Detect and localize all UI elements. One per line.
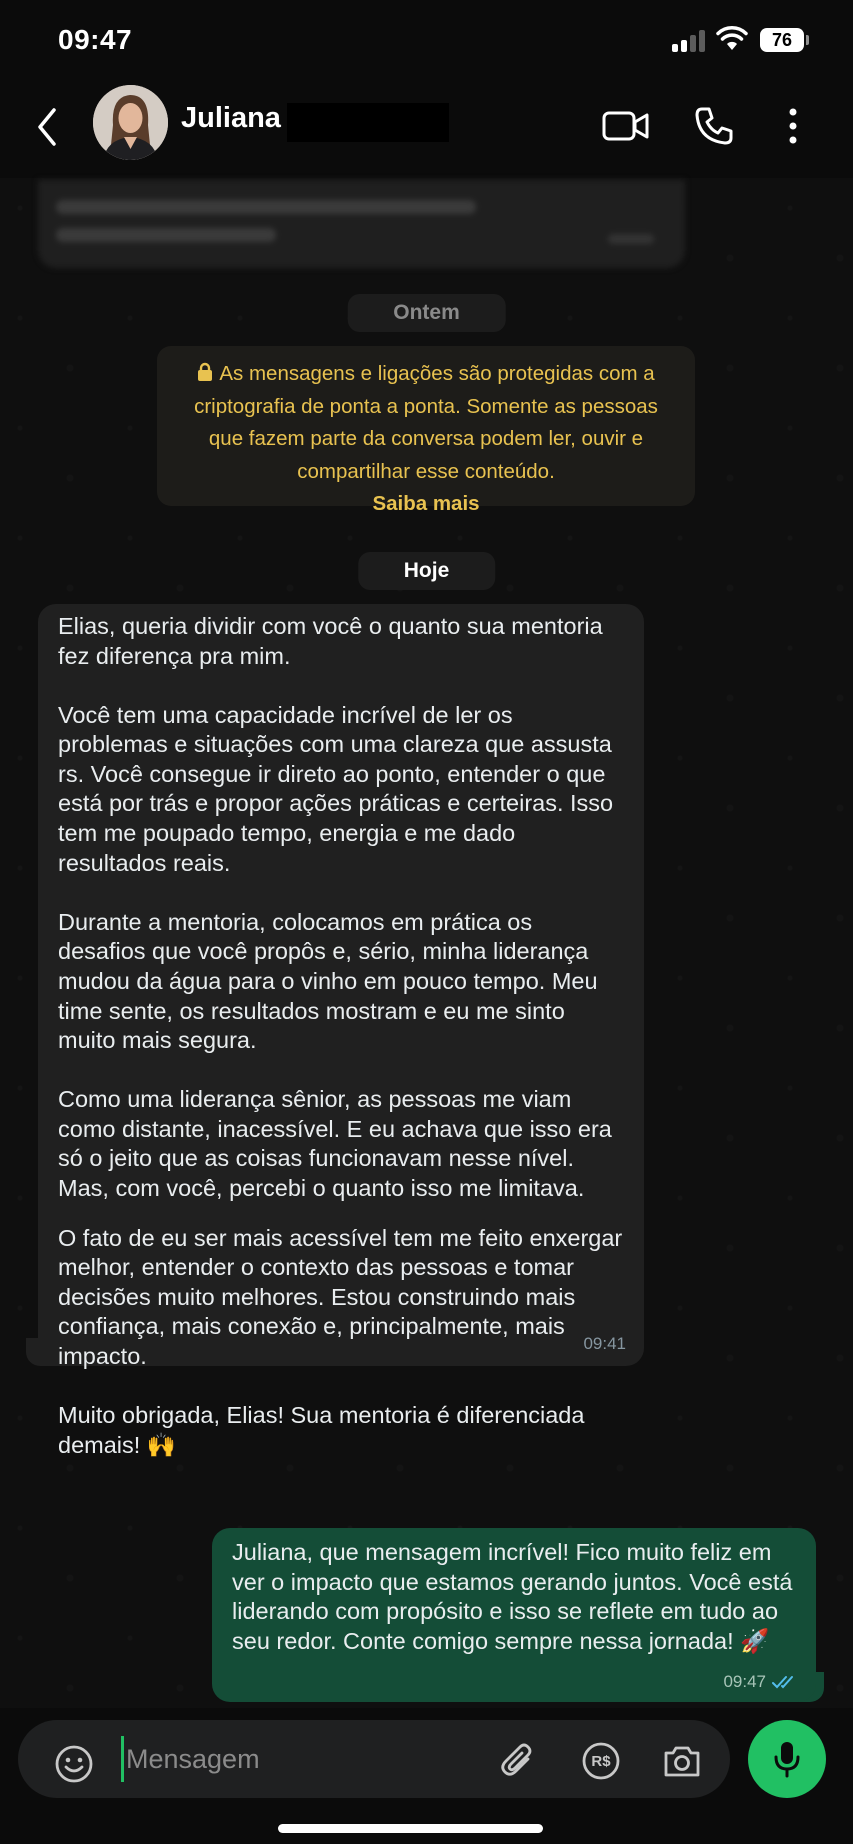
- composer-pill[interactable]: R$: [18, 1720, 730, 1798]
- camera-button[interactable]: [660, 1739, 704, 1783]
- date-chip-yesterday: Ontem: [347, 294, 506, 332]
- mic-icon: [774, 1742, 800, 1778]
- phone-icon: [695, 107, 733, 145]
- back-icon: [38, 108, 56, 146]
- emoji-button[interactable]: [54, 1744, 94, 1784]
- chat-area[interactable]: Ontem As mensagens e ligações são proteg…: [0, 178, 853, 1708]
- pix-payment-button[interactable]: R$: [579, 1739, 623, 1783]
- contact-name[interactable]: Juliana: [181, 102, 281, 135]
- battery-nub: [806, 35, 809, 45]
- message-text: Juliana, que mensagem incrível! Fico mui…: [232, 1539, 793, 1654]
- video-call-icon: [602, 111, 649, 141]
- composer-bar: R$: [0, 1708, 853, 1844]
- emoji-icon: [55, 1745, 93, 1783]
- message-time: 09:47: [723, 1672, 766, 1691]
- status-time: 09:47: [58, 24, 133, 55]
- status-bar: 09:47 76: [0, 0, 853, 82]
- message-time: 09:41: [583, 1334, 626, 1353]
- learn-more-link[interactable]: Saiba mais: [372, 492, 479, 515]
- camera-icon: [664, 1746, 700, 1777]
- message-paragraph: Muito obrigada, Elias! Sua mentoria é di…: [58, 1402, 585, 1458]
- message-paragraph: O fato de eu ser mais acessível tem me f…: [58, 1224, 623, 1369]
- avatar[interactable]: [93, 85, 168, 160]
- blurred-message: [38, 180, 685, 268]
- signal-icon: [672, 30, 706, 52]
- message-paragraph: Elias, queria dividir com você o quanto …: [58, 613, 603, 669]
- attach-icon: [501, 1743, 532, 1776]
- more-icon: [789, 108, 797, 144]
- incoming-message[interactable]: Elias, queria dividir com você o quanto …: [38, 604, 644, 1458]
- message-input[interactable]: [121, 1736, 501, 1782]
- home-indicator[interactable]: [278, 1824, 543, 1833]
- encryption-notice-text: As mensagens e ligações são protegidas c…: [194, 362, 658, 483]
- redacted-surname: [287, 103, 449, 142]
- voice-record-button[interactable]: [748, 1720, 826, 1798]
- avatar-image: [93, 85, 168, 160]
- double-check-icon: [772, 1676, 793, 1689]
- more-options-button[interactable]: [765, 98, 821, 154]
- message-paragraph: Você tem uma capacidade incrível de ler …: [58, 701, 614, 876]
- message-meta: 09:47: [723, 1672, 796, 1692]
- pix-label: R$: [591, 1752, 611, 1770]
- voice-call-button[interactable]: [686, 98, 742, 154]
- encryption-notice[interactable]: As mensagens e ligações são protegidas c…: [157, 346, 695, 515]
- back-button[interactable]: [30, 102, 66, 152]
- chat-header: Juliana: [0, 82, 853, 178]
- date-chip-today: Hoje: [357, 552, 496, 590]
- message-paragraph: Durante a mentoria, colocamos em prática…: [58, 908, 598, 1054]
- video-call-button[interactable]: [598, 98, 654, 154]
- battery-indicator: 76: [760, 28, 804, 52]
- message-paragraph: Como uma liderança sênior, as pessoas me…: [58, 1086, 612, 1201]
- attach-button[interactable]: [496, 1739, 540, 1783]
- outgoing-message[interactable]: Juliana, que mensagem incrível! Fico mui…: [212, 1528, 816, 1702]
- wifi-icon: [716, 26, 748, 50]
- lock-icon: [198, 362, 213, 381]
